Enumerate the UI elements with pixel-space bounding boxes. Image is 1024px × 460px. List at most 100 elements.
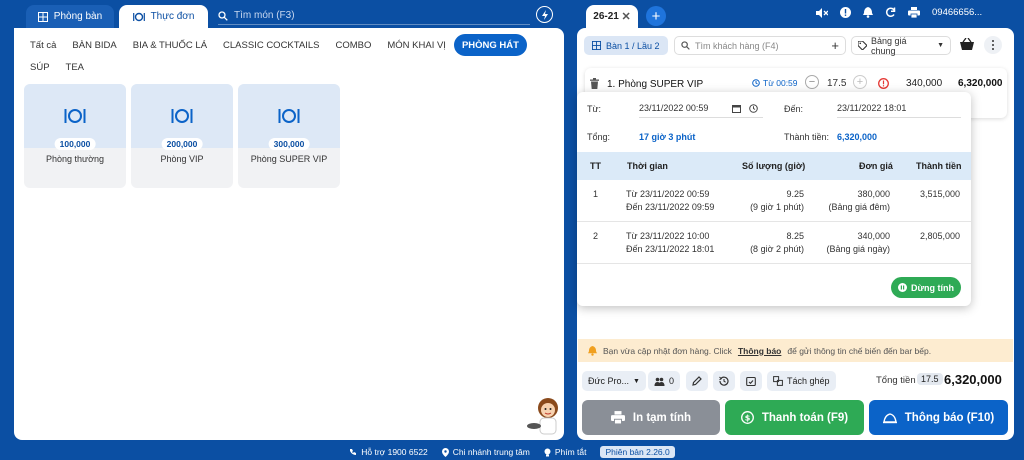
tab-tables[interactable]: Phòng bàn	[26, 5, 114, 28]
tab-tables-label: Phòng bàn	[53, 11, 103, 22]
row-qty: 8.25	[786, 231, 804, 241]
category-tab[interactable]: PHÒNG HÁT	[453, 34, 527, 56]
printer-icon	[610, 411, 625, 424]
category-tab[interactable]: COMBO	[327, 34, 379, 56]
line-item-qty[interactable]: 17.5	[827, 78, 846, 89]
row-qty-note: (9 giờ 1 phút)	[750, 202, 804, 212]
stop-timer-button[interactable]: Dừng tính	[891, 277, 961, 298]
row-amount: 2,805,000	[919, 231, 960, 241]
row-tt: 1	[593, 189, 599, 199]
order-tab[interactable]: 26-21 ✕	[586, 5, 638, 28]
stop-label: Dừng tính	[910, 282, 954, 293]
to-datetime-field[interactable]: 23/11/2022 18:01	[837, 102, 961, 118]
total-duration: 17 giờ 3 phút	[639, 132, 696, 142]
category-tab[interactable]: BÀN BIDA	[64, 34, 124, 56]
history-button[interactable]	[713, 371, 735, 391]
detail-table-header: TT Thời gian Số lượng (giờ) Đơn giá Thàn…	[577, 152, 971, 180]
notify-kitchen-button[interactable]: Thông báo (F10)	[869, 400, 1008, 435]
dollar-icon: $	[740, 411, 754, 424]
print-provisional-button[interactable]: In tạm tính	[582, 400, 720, 435]
version-badge: Phiên bản 2.26.0	[600, 446, 675, 458]
dish-icon	[132, 12, 145, 21]
warning-icon[interactable]	[878, 78, 889, 89]
category-tab[interactable]: CLASSIC COCKTAILS	[215, 34, 327, 56]
staff-select[interactable]: Đức Pro... ▼	[582, 371, 646, 391]
category-tab[interactable]: MÓN KHAI VỊ	[379, 34, 454, 56]
search-icon	[681, 41, 690, 50]
branch-label: Chi nhánh trung tâm	[452, 447, 530, 457]
bell-icon[interactable]	[863, 7, 873, 18]
pay-button[interactable]: $ Thanh toán (F9)	[725, 400, 864, 435]
calendar-icon[interactable]	[732, 104, 741, 113]
line-item-time[interactable]: Từ 00:59	[752, 78, 798, 88]
more-options-button[interactable]	[984, 36, 1002, 54]
mute-icon[interactable]	[816, 7, 828, 18]
split-merge-button[interactable]: Tách ghép	[767, 371, 836, 391]
guests-button[interactable]: 0	[648, 371, 681, 391]
shortcuts-label: Phím tắt	[554, 447, 587, 457]
refresh-icon[interactable]	[885, 7, 896, 18]
amount-label: Thành tiền:	[784, 132, 830, 142]
col-time: Thời gian	[627, 161, 668, 171]
clock-icon[interactable]	[749, 104, 758, 113]
from-datetime-field[interactable]: 23/11/2022 00:59	[639, 102, 763, 118]
decrease-qty-button[interactable]: −	[805, 75, 819, 89]
to-value: 23/11/2022 18:01	[837, 103, 907, 113]
category-tab[interactable]: TEA	[58, 56, 92, 78]
hotline-label: Hỗ trợ 1900 6522	[361, 447, 428, 457]
dish-icon	[171, 109, 193, 123]
add-customer-button[interactable]: +	[831, 38, 839, 53]
line-item-unit-price: 340,000	[906, 78, 943, 89]
product-card[interactable]: 200,000 Phòng VIP	[131, 84, 233, 188]
product-image: 300,000	[238, 84, 340, 150]
pricelist-select[interactable]: Bảng giá chung ▼	[851, 36, 951, 56]
add-order-button[interactable]: +	[646, 6, 666, 26]
category-bar: Tất cả BÀN BIDA BIA & THUỐC LÁ CLASSIC COCK…	[22, 34, 562, 78]
increase-qty-button[interactable]: +	[853, 75, 867, 89]
tab-menu[interactable]: Thực đơn	[119, 5, 208, 28]
product-name: Phòng thường	[46, 154, 104, 164]
grid-icon	[592, 41, 601, 50]
lightbulb-icon	[544, 448, 551, 456]
close-icon[interactable]: ✕	[621, 10, 630, 23]
search-placeholder: Tìm món (F3)	[234, 10, 295, 21]
row-qty-note: (8 giờ 2 phút)	[750, 244, 804, 254]
people-icon	[654, 377, 665, 386]
line-item-name: 1. Phòng SUPER VIP	[607, 79, 704, 90]
table-label: Bàn 1 / Lầu 2	[606, 40, 660, 51]
time-detail-popover: Từ: 23/11/2022 00:59 Đến: 23/11/2022 18:…	[577, 92, 971, 306]
menu-search-input[interactable]: Tìm món (F3)	[218, 7, 530, 25]
notice-link[interactable]: Thông báo	[738, 346, 781, 356]
row-to: Đến 23/11/2022 18:01	[626, 244, 715, 254]
product-card[interactable]: 100,000 Phòng thường	[24, 84, 126, 188]
trash-icon[interactable]	[590, 78, 599, 89]
row-price: 340,000	[857, 231, 890, 241]
category-tab[interactable]: BIA & THUỐC LÁ	[125, 34, 215, 56]
row-price-note: (Bảng giá ngày)	[826, 244, 890, 254]
category-tab[interactable]: Tất cả	[22, 34, 64, 56]
print-label: In tạm tính	[632, 411, 692, 424]
user-phone[interactable]: 09466656...	[932, 7, 982, 18]
table-row: 1 Từ 23/11/2022 00:59 Đến 23/11/2022 09:…	[577, 180, 971, 222]
flash-button[interactable]	[536, 6, 553, 23]
lightning-icon	[541, 9, 548, 20]
booking-button[interactable]	[740, 371, 762, 391]
update-notice: Bạn vừa cập nhật đơn hàng. Click Thông b…	[578, 339, 1013, 362]
customer-search-input[interactable]: Tìm khách hàng (F4) +	[674, 36, 846, 55]
shortcuts-link[interactable]: Phím tắt	[544, 447, 587, 457]
product-card[interactable]: 300,000 Phòng SUPER VIP	[238, 84, 340, 188]
basket-icon[interactable]	[960, 38, 974, 50]
table-selector[interactable]: Bàn 1 / Lầu 2	[584, 36, 668, 55]
customer-placeholder: Tìm khách hàng (F4)	[695, 40, 779, 51]
product-name: Phòng VIP	[160, 154, 204, 164]
pencil-icon	[692, 376, 702, 386]
product-image: 100,000	[24, 84, 126, 150]
info-icon[interactable]	[840, 7, 851, 18]
category-tab[interactable]: SÚP	[22, 56, 58, 78]
hotline-link[interactable]: Hỗ trợ 1900 6522	[349, 447, 428, 457]
note-button[interactable]	[686, 371, 708, 391]
printer-icon[interactable]	[908, 7, 920, 18]
row-amount: 3,515,000	[919, 189, 960, 199]
product-name: Phòng SUPER VIP	[250, 154, 328, 164]
branch-link[interactable]: Chi nhánh trung tâm	[441, 447, 530, 457]
